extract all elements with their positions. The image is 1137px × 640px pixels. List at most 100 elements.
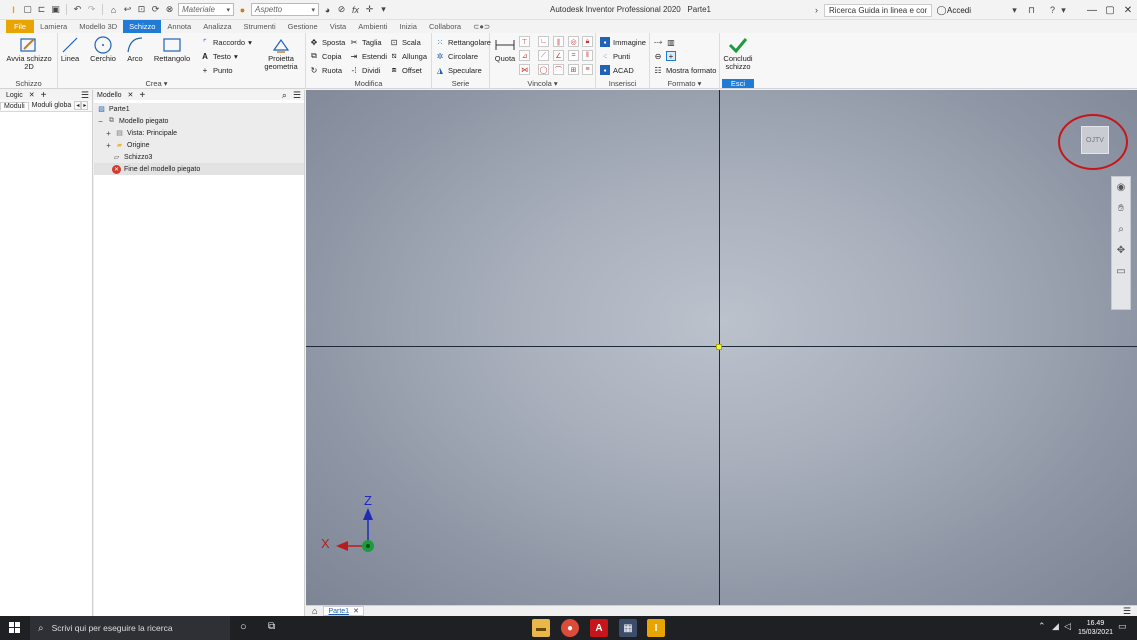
tab-vista[interactable]: Vista xyxy=(324,20,353,33)
copy-button[interactable]: ⧉ Copia xyxy=(309,50,341,62)
arc-button[interactable]: Arco xyxy=(122,35,148,63)
graphics-canvas[interactable]: OJTV ◉ ✋︎ ⌕ ✥ ▭ Z X xyxy=(306,90,1137,605)
show-format-button[interactable]: ☷ Mostra formato xyxy=(653,64,716,76)
tree-item-modello-piegato[interactable]: − ⧉ Modello piegato xyxy=(97,115,168,127)
zoom-icon[interactable]: ⌕ xyxy=(1115,223,1127,235)
constraint-button-14[interactable]: ≡ xyxy=(582,64,593,75)
file-explorer-icon[interactable]: ▬ xyxy=(532,619,550,637)
format-center-button[interactable]: ⊖ + xyxy=(653,50,676,62)
save-icon[interactable]: ▣ xyxy=(50,4,61,15)
network-icon[interactable]: ◢ xyxy=(1052,621,1059,632)
tab-file[interactable]: File xyxy=(6,20,35,33)
menu-icon[interactable]: ☰ xyxy=(293,90,301,101)
tab-gestione[interactable]: Gestione xyxy=(282,20,324,33)
rectangular-pattern-button[interactable]: ⁙ Rettangolare xyxy=(435,36,491,48)
text-button[interactable]: A Testo ▾ xyxy=(200,50,238,62)
windows-start-icon[interactable] xyxy=(0,622,30,634)
constraint-button-1[interactable]: ⊤ xyxy=(519,36,530,47)
sign-in-link[interactable]: Accedi xyxy=(947,6,971,15)
tree-item-schizzo3[interactable]: ▱ Schizzo3 xyxy=(112,151,153,163)
autocad-icon[interactable]: A xyxy=(590,619,608,637)
stretch-button[interactable]: ⧅ Allunga xyxy=(389,50,427,62)
fillet-button[interactable]: ⌜ Raccordo ▾ xyxy=(200,36,252,48)
format-line-button[interactable]: ⤏ ▥ xyxy=(653,36,676,48)
maximize-icon[interactable]: ▢ xyxy=(1101,5,1119,16)
tree-item-origine[interactable]: + ▰ Origine xyxy=(105,139,149,151)
trim-button[interactable]: ✂ Taglia xyxy=(349,36,382,48)
model-tab[interactable]: Modello xyxy=(97,92,122,99)
constraint-button-10[interactable]: ‖ xyxy=(582,50,593,61)
help-search-input[interactable]: Ricerca Guida in linea e comandi xyxy=(823,3,932,17)
image-button[interactable]: ▪ Immagine xyxy=(600,36,646,48)
rectangle-button[interactable]: Rettangolo xyxy=(152,35,192,63)
tab-lamiera[interactable]: Lamiera xyxy=(34,20,73,33)
constraint-button-2[interactable]: ⊿ xyxy=(519,50,530,61)
points-button[interactable]: ⁖ Punti xyxy=(600,50,630,62)
inventor-taskbar-icon[interactable]: I xyxy=(647,619,665,637)
ilogic-tab[interactable]: Logic xyxy=(6,92,23,99)
home-icon[interactable]: ⌂ xyxy=(306,606,323,616)
constraint-button-7[interactable]: ⟋ xyxy=(538,50,549,61)
constraint-button-6[interactable]: ◎ xyxy=(568,36,579,47)
user-icon[interactable]: ◯ xyxy=(936,5,947,16)
start-2d-sketch-button[interactable]: Avvia schizzo 2D xyxy=(6,35,52,71)
lock-icon[interactable]: 🔒︎ xyxy=(582,36,593,47)
chevron-down-icon[interactable]: ▾ xyxy=(1009,5,1020,16)
tab-collabora[interactable]: Collabora xyxy=(423,20,467,33)
appearance-combo[interactable]: Aspetto ▾ xyxy=(251,3,319,16)
search-icon[interactable]: ⌕ xyxy=(282,90,287,101)
constraint-button-13[interactable]: ⊞ xyxy=(568,64,579,75)
adjust-icon[interactable]: ⊘ xyxy=(336,4,347,15)
move-button[interactable]: ✥ Sposta xyxy=(309,36,346,48)
tray-chevron-icon[interactable]: ⌃ xyxy=(1038,621,1046,632)
constraint-button-4[interactable]: ∟ xyxy=(538,36,549,47)
sketch-origin-point[interactable] xyxy=(716,344,722,350)
return-icon[interactable]: ↩ xyxy=(122,4,133,15)
expand-icon[interactable]: + xyxy=(105,141,112,150)
subtab-moduli-globali[interactable]: Moduli globa xyxy=(29,102,75,109)
close-icon[interactable]: ✕ xyxy=(1119,5,1137,16)
cortana-icon[interactable]: ○ xyxy=(240,621,247,633)
notifications-icon[interactable]: ▭ xyxy=(1118,621,1127,632)
menu-icon[interactable]: ☰ xyxy=(1123,606,1131,617)
tab-strumenti[interactable]: Strumenti xyxy=(238,20,282,33)
constraint-button-3[interactable]: ⋈ xyxy=(519,64,530,75)
tab-modello-3d[interactable]: Modello 3D xyxy=(73,20,123,33)
line-button[interactable]: Linea xyxy=(58,35,82,63)
constraint-button-11[interactable]: ◯ xyxy=(538,64,549,75)
mirror-button[interactable]: ◮ Speculare xyxy=(435,64,482,76)
help-icon[interactable]: ? xyxy=(1047,5,1058,16)
close-icon[interactable]: ✕ xyxy=(29,91,35,99)
subtab-moduli[interactable]: Moduli xyxy=(0,101,29,110)
close-icon[interactable]: ✕ xyxy=(128,91,134,99)
constraint-button-8[interactable]: ∠ xyxy=(553,50,564,61)
close-icon[interactable]: ✕ xyxy=(353,607,359,615)
tab-inizia[interactable]: Inizia xyxy=(393,20,423,33)
move-icon[interactable]: ✛ xyxy=(364,4,375,15)
fx-icon[interactable]: fx xyxy=(350,4,361,15)
pan-hand-icon[interactable]: ✋︎ xyxy=(1115,202,1127,214)
split-button[interactable]: -⁞ Dividi xyxy=(349,64,381,76)
doc-tab-parte1[interactable]: Parte1 ✕ xyxy=(323,606,364,616)
steering-wheel-icon[interactable]: ◉ xyxy=(1115,181,1127,193)
taskbar-clock[interactable]: 16.49 15/03/2021 xyxy=(1078,619,1113,637)
new-file-icon[interactable]: ▢ xyxy=(22,4,33,15)
project-geometry-button[interactable]: Proietta geometria xyxy=(258,35,304,71)
scale-button[interactable]: ⊡ Scala xyxy=(389,36,421,48)
point-button[interactable]: + Punto xyxy=(200,64,233,76)
undo-icon[interactable]: ↶ xyxy=(72,4,83,15)
taskbar-search-input[interactable]: ⌕ Scrivi qui per eseguire la ricerca xyxy=(30,616,230,640)
constraint-button-12[interactable]: ⌒ xyxy=(553,64,564,75)
chevron-left-icon[interactable]: ◂ xyxy=(74,101,82,110)
tab-ambienti[interactable]: Ambienti xyxy=(352,20,393,33)
cart-icon[interactable]: ⊓ xyxy=(1026,5,1037,16)
extend-button[interactable]: ⇥ Estendi xyxy=(349,50,387,62)
tree-item-fine-modello-piegato[interactable]: ✕ Fine del modello piegato xyxy=(112,163,200,175)
chevron-down-icon[interactable]: ▾ xyxy=(1058,5,1069,16)
collapse-icon[interactable]: − xyxy=(97,117,104,126)
chrome-icon[interactable]: ● xyxy=(561,619,579,637)
look-at-icon[interactable]: ▭ xyxy=(1115,265,1127,277)
tree-item-vista-principale[interactable]: + ▤ Vista: Principale xyxy=(105,127,177,139)
tree-item-parte1[interactable]: ▧ Parte1 xyxy=(97,103,129,115)
menu-icon[interactable]: ☰ xyxy=(81,90,89,101)
